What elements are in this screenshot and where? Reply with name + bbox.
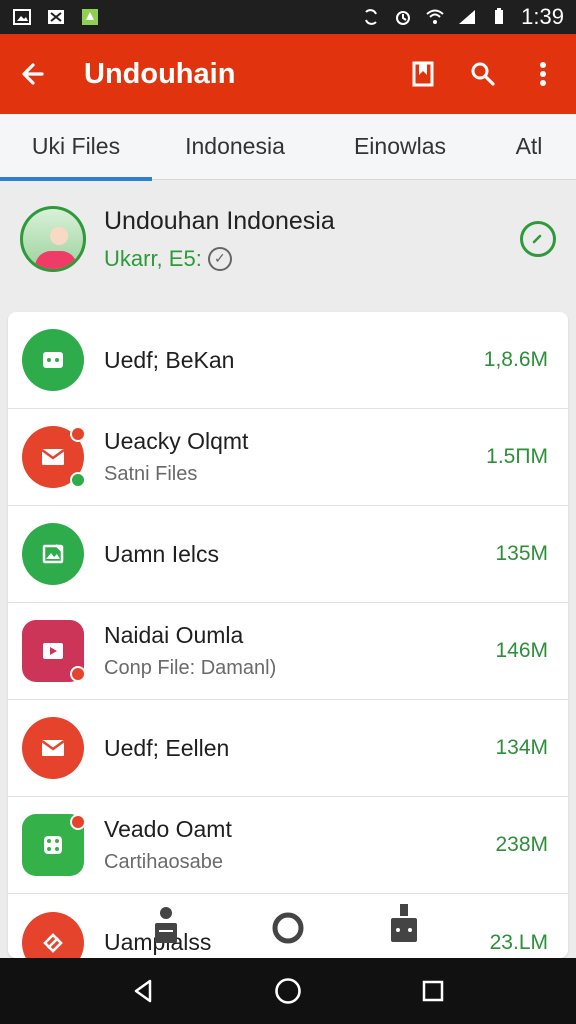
battery-icon: [489, 8, 509, 26]
list-item-subtitle: Conp File: Damanl): [104, 657, 277, 679]
tools-icon: [46, 8, 66, 26]
app-bar: Undouhain: [0, 34, 576, 114]
tab-atl[interactable]: Atl: [482, 114, 576, 180]
profile-subtitle-text: Ukarr, E5:: [104, 245, 202, 271]
list-item-title: Uamplalss: [104, 929, 212, 955]
list-item[interactable]: Uamn Ielcs 135M: [8, 506, 568, 603]
alert-badge-icon: [70, 814, 86, 830]
status-right-icons: 1:39: [361, 4, 564, 30]
signal-icon: [457, 8, 477, 26]
edit-circle-icon: [532, 234, 542, 244]
list-item-title: Veado Oamt: [104, 816, 232, 842]
list-item-text: Uamplalss: [104, 929, 478, 956]
triangle-left-icon: [134, 979, 151, 1003]
downloads-list: Uedf; BeKan 1,8.6M Ueacky Olqmt Satni Fi…: [8, 312, 568, 958]
list-item-size: 238M: [495, 833, 548, 856]
alarm-icon: [393, 8, 413, 26]
profile-text: Undouhan Indonesia Ukarr, E5: ✓: [104, 207, 335, 272]
alert-badge-icon: [70, 426, 86, 442]
arrow-left-icon: [22, 63, 44, 85]
list-item[interactable]: Uedf; Eellen 134M: [8, 700, 568, 797]
check-badge-icon: [70, 472, 86, 488]
search-button[interactable]: [466, 57, 500, 91]
profile-subtitle: Ukarr, E5: ✓: [104, 246, 335, 272]
status-time: 1:39: [521, 4, 564, 29]
bookmark-button[interactable]: [406, 57, 440, 91]
home-nav-button[interactable]: [268, 971, 308, 1011]
android-icon: [80, 8, 100, 26]
search-icon: [471, 62, 495, 86]
bookmark-icon: [412, 61, 434, 87]
list-item[interactable]: Uedf; BeKan 1,8.6M: [8, 312, 568, 409]
navigation-bar: [0, 958, 576, 1024]
list-item-text: Uedf; Eellen: [104, 735, 483, 762]
tab-uki-files[interactable]: Uki Files: [0, 114, 152, 181]
list-item-text: Uamn Ielcs: [104, 541, 483, 568]
tag-icon: [22, 911, 84, 958]
list-item-text: Veado Oamt Cartihaosabe: [104, 816, 483, 874]
mail-icon: [22, 426, 86, 488]
more-vertical-icon: [540, 62, 546, 86]
list-item-size: 146M: [495, 639, 548, 662]
status-left-icons: [12, 8, 100, 26]
tab-einowlas[interactable]: Einowlas: [318, 114, 482, 180]
error-badge-icon: [70, 666, 86, 682]
folder-chat-icon: [22, 329, 84, 391]
wifi-icon: [425, 8, 445, 26]
dice-icon: [22, 814, 86, 876]
profile-name: Undouhan Indonesia: [104, 206, 335, 235]
list-item[interactable]: Veado Oamt Cartihaosabe 238M: [8, 797, 568, 894]
list-item-title: Ueacky Olqmt: [104, 428, 249, 454]
verified-icon: ✓: [207, 246, 232, 271]
list-item-text: Ueacky Olqmt Satni Files: [104, 428, 474, 486]
list-item-title: Uamn Ielcs: [104, 540, 220, 567]
avatar[interactable]: [20, 206, 86, 272]
list-item-text: Uedf; BeKan: [104, 347, 472, 374]
circle-home-icon: [275, 978, 301, 1004]
video-icon: [22, 620, 86, 682]
list-item-size: 1,8.6M: [483, 348, 548, 371]
square-recent-icon: [423, 980, 444, 1002]
list-item-subtitle: Satni Files: [104, 463, 198, 485]
list-item[interactable]: Ueacky Olqmt Satni Files 1.5ΠM: [8, 409, 568, 506]
list-item[interactable]: Uamplalss 23.LM: [8, 894, 568, 958]
back-button[interactable]: [16, 57, 50, 91]
list-item-size: 1.5ΠM: [486, 445, 548, 468]
profile-header: Undouhan Indonesia Ukarr, E5: ✓: [0, 180, 576, 298]
list-item-size: 134M: [495, 736, 548, 759]
status-bar: 1:39: [0, 0, 576, 34]
more-button[interactable]: [526, 57, 560, 91]
image-icon: [12, 8, 32, 26]
image-edit-icon: [22, 523, 84, 585]
page-title: Undouhain: [84, 57, 236, 90]
edit-circle-button[interactable]: [520, 221, 556, 257]
list-item-size: 23.LM: [489, 930, 548, 954]
sync-icon: [361, 8, 381, 26]
tab-indonesia[interactable]: Indonesia: [152, 114, 318, 180]
list-item-subtitle: Cartihaosabe: [104, 851, 223, 873]
list-item-title: Uedf; BeKan: [104, 346, 235, 373]
recent-nav-button[interactable]: [413, 971, 453, 1011]
app-actions: [406, 57, 560, 91]
tab-bar: Uki Files Indonesia Einowlas Atl: [0, 114, 576, 181]
back-nav-button[interactable]: [123, 971, 163, 1011]
list-item-size: 135M: [495, 542, 548, 565]
list-item-title: Naidai Oumla: [104, 622, 244, 648]
mail-icon: [22, 717, 84, 779]
list-item-text: Naidai Oumla Conp File: Damanl): [104, 622, 483, 680]
list-item[interactable]: Naidai Oumla Conp File: Damanl) 146M: [8, 603, 568, 700]
list-item-title: Uedf; Eellen: [104, 734, 230, 761]
